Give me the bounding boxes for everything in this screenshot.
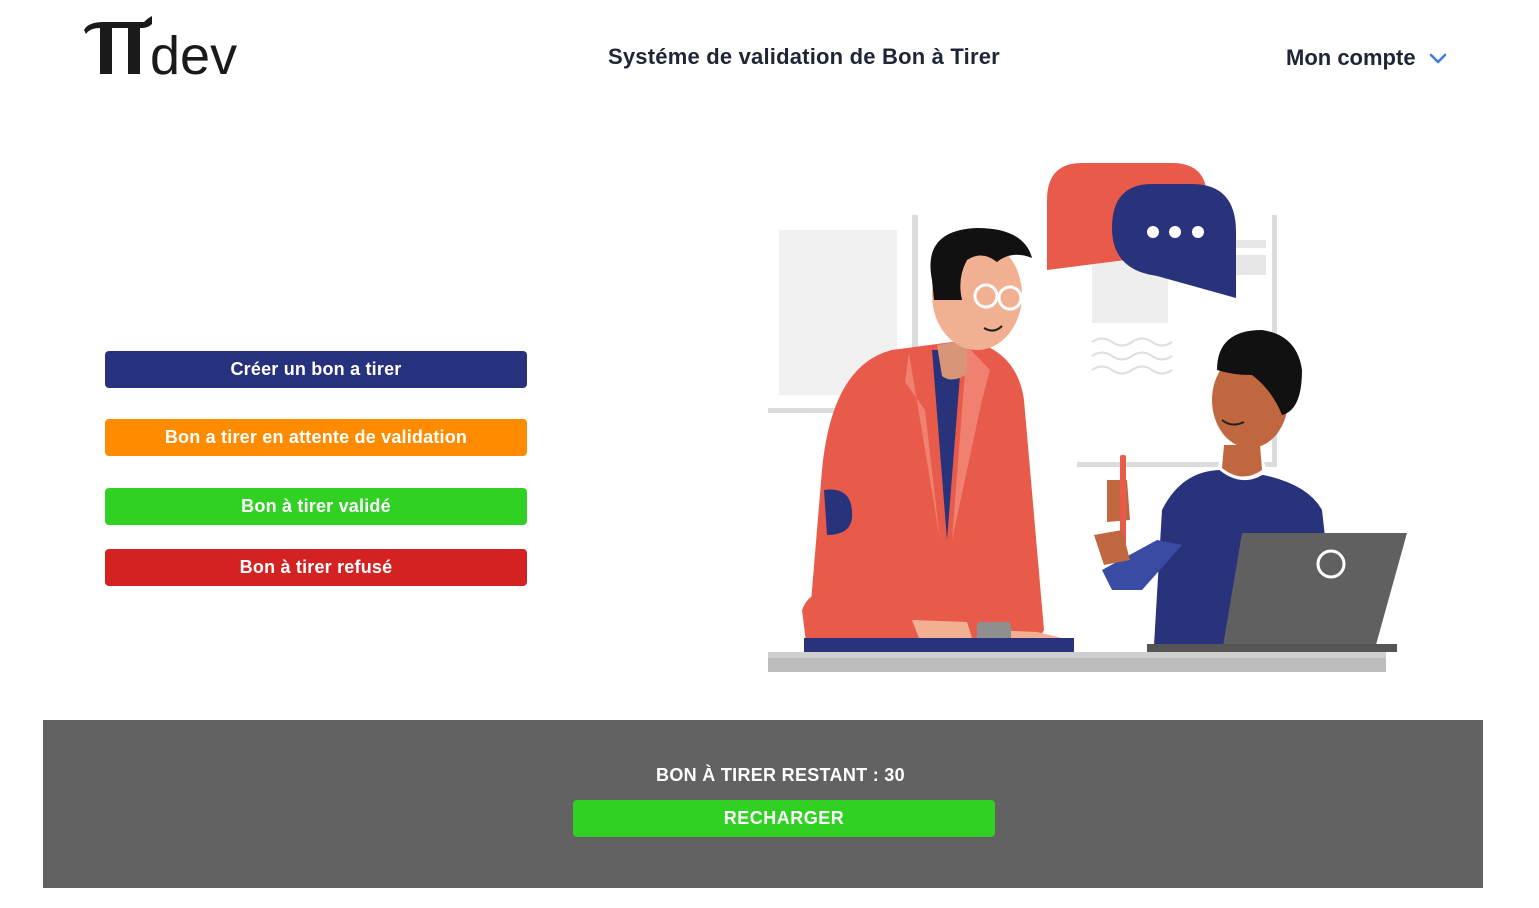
recharge-button[interactable]: RECHARGER [573, 800, 995, 837]
collaboration-illustration [762, 150, 1422, 680]
bat-balance-panel: BON À TIRER RESTANT : 30 RECHARGER [43, 720, 1483, 888]
page-title: Systéme de validation de Bon à Tirer [608, 44, 1000, 69]
chevron-down-icon[interactable] [1428, 51, 1448, 65]
company-logo[interactable]: dev [82, 14, 262, 78]
account-menu[interactable]: Mon compte [1286, 44, 1448, 72]
pending-bat-button[interactable]: Bon a tirer en attente de validation [105, 419, 527, 456]
remaining-bat-count: BON À TIRER RESTANT : 30 [656, 765, 905, 785]
account-label: Mon compte [1286, 45, 1416, 70]
validated-bat-button[interactable]: Bon à tirer validé [105, 488, 527, 525]
refused-bat-button[interactable]: Bon à tirer refusé [105, 549, 527, 586]
create-bat-button[interactable]: Créer un bon a tirer [105, 351, 527, 388]
logo-graphic: dev [84, 16, 237, 78]
logo-text: dev [150, 26, 237, 78]
